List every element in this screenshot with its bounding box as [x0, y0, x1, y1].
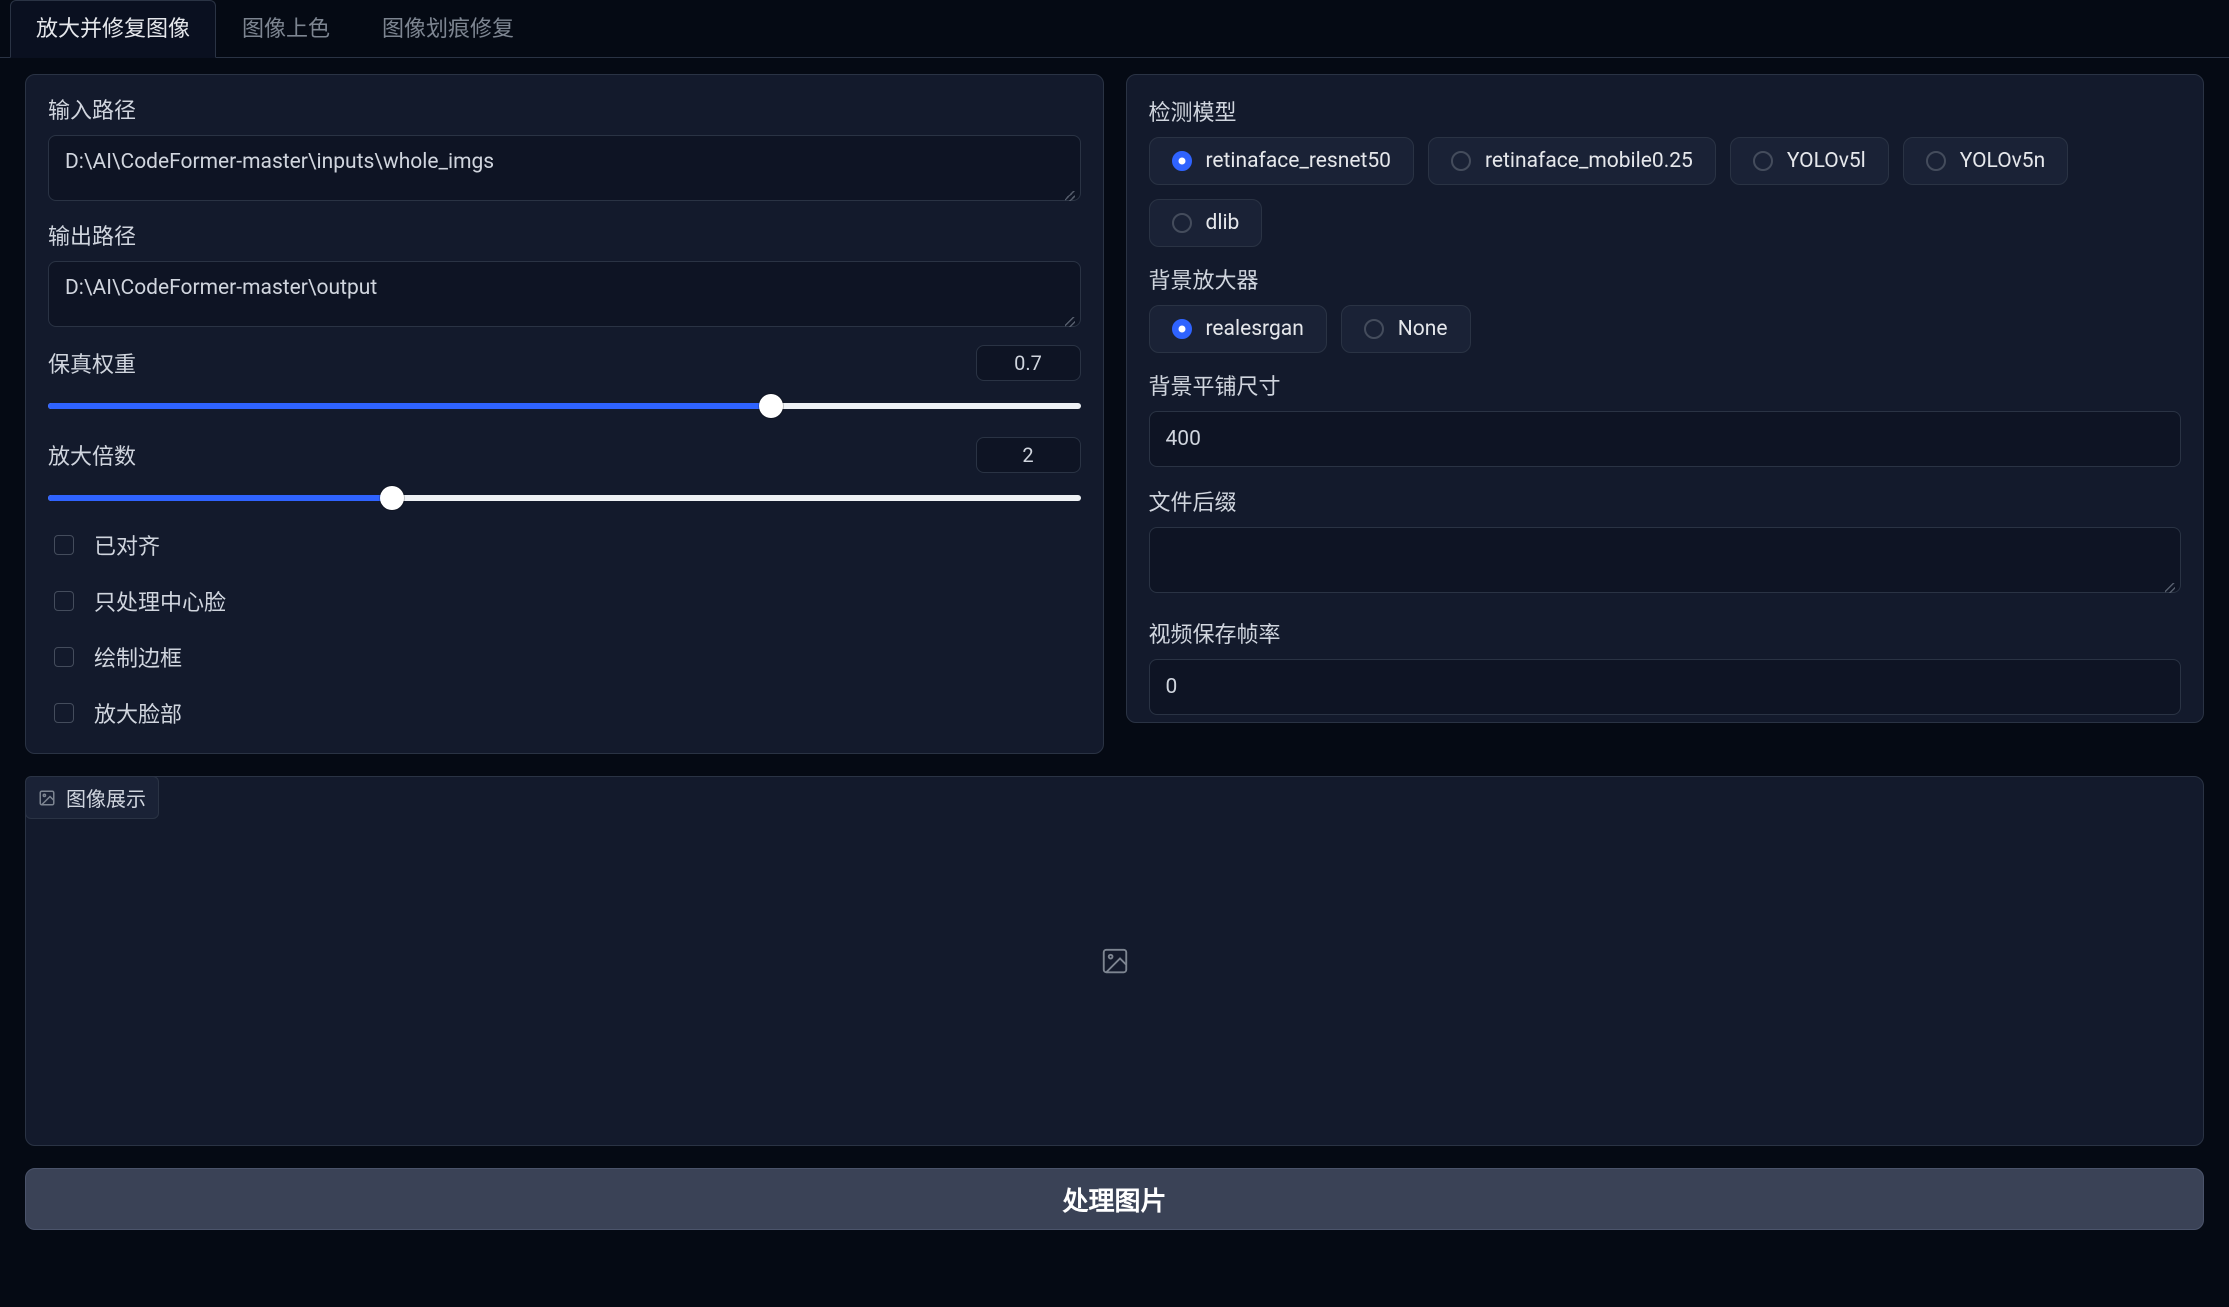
input-path-field[interactable] [48, 135, 1081, 201]
upscale-slider[interactable] [48, 495, 1081, 501]
check-upscale-face[interactable]: 放大脸部 [48, 685, 1081, 741]
tabs-bar: 放大并修复图像 图像上色 图像划痕修复 [0, 0, 2229, 58]
checkbox-icon [54, 703, 74, 723]
radio-dlib[interactable]: dlib [1149, 199, 1263, 247]
label-bg-tile: 背景平铺尺寸 [1149, 369, 2182, 401]
check-aligned[interactable]: 已对齐 [48, 517, 1081, 573]
fidelity-thumb[interactable] [759, 394, 783, 418]
bg-upsampler-group: realesrgan None [1149, 305, 2182, 353]
panel-right: 检测模型 retinaface_resnet50 retinaface_mobi… [1126, 74, 2205, 723]
label-upscale: 放大倍数 [48, 439, 136, 471]
checkbox-icon [54, 647, 74, 667]
label-output-path: 输出路径 [48, 219, 1081, 251]
check-label: 只处理中心脸 [94, 585, 226, 617]
radio-realesrgan[interactable]: realesrgan [1149, 305, 1327, 353]
image-icon [38, 789, 56, 807]
radio-none[interactable]: None [1341, 305, 1471, 353]
tab-upscale-fix[interactable]: 放大并修复图像 [10, 0, 216, 58]
label-input-path: 输入路径 [48, 93, 1081, 125]
detect-model-group: retinaface_resnet50 retinaface_mobile0.2… [1149, 137, 2182, 247]
tab-colorize[interactable]: 图像上色 [216, 0, 356, 58]
radio-retinaface-resnet50[interactable]: retinaface_resnet50 [1149, 137, 1414, 185]
run-button-label: 处理图片 [1062, 1181, 1166, 1218]
checkbox-icon [54, 535, 74, 555]
label-bg-upsampler: 背景放大器 [1149, 263, 2182, 295]
radio-label: YOLOv5n [1960, 149, 2045, 173]
radio-yolov5l[interactable]: YOLOv5l [1730, 137, 1889, 185]
check-center-face[interactable]: 只处理中心脸 [48, 573, 1081, 629]
label-fps: 视频保存帧率 [1149, 617, 2182, 649]
checkbox-icon [54, 591, 74, 611]
run-button[interactable]: 处理图片 [25, 1168, 2204, 1230]
radio-label: dlib [1206, 211, 1240, 235]
check-label: 已对齐 [94, 529, 160, 561]
label-detect-model: 检测模型 [1149, 95, 2182, 127]
tab-scratch-fix[interactable]: 图像划痕修复 [356, 0, 540, 58]
check-draw-box[interactable]: 绘制边框 [48, 629, 1081, 685]
check-label: 放大脸部 [94, 697, 182, 729]
upscale-value[interactable]: 2 [976, 437, 1081, 473]
fidelity-value[interactable]: 0.7 [976, 345, 1081, 381]
upscale-thumb[interactable] [380, 486, 404, 510]
output-path-field[interactable] [48, 261, 1081, 327]
image-display-panel[interactable]: 图像展示 [25, 776, 2204, 1146]
fps-field[interactable] [1149, 659, 2182, 715]
radio-label: retinaface_resnet50 [1206, 149, 1391, 173]
fidelity-slider[interactable] [48, 403, 1081, 409]
panel-left: 输入路径 输出路径 保真权重 0.7 [25, 74, 1104, 754]
radio-label: retinaface_mobile0.25 [1485, 149, 1693, 173]
radio-label: None [1398, 317, 1448, 341]
label-fidelity: 保真权重 [48, 347, 136, 379]
image-display-tag: 图像展示 [25, 776, 159, 819]
check-label: 绘制边框 [94, 641, 182, 673]
radio-yolov5n[interactable]: YOLOv5n [1903, 137, 2068, 185]
radio-label: YOLOv5l [1787, 149, 1866, 173]
bg-tile-field[interactable] [1149, 411, 2182, 467]
image-placeholder-icon [1100, 946, 1130, 976]
radio-retinaface-mobile[interactable]: retinaface_mobile0.25 [1428, 137, 1716, 185]
image-display-label: 图像展示 [66, 783, 146, 812]
suffix-field[interactable] [1149, 527, 2182, 593]
label-suffix: 文件后缀 [1149, 485, 2182, 517]
radio-label: realesrgan [1206, 317, 1304, 341]
